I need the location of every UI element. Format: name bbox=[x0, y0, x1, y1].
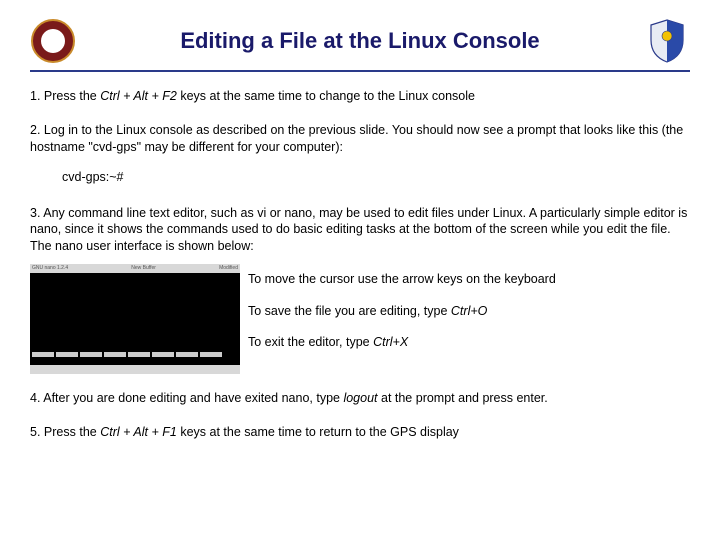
nano-statusbar bbox=[30, 365, 240, 374]
step-2-text: Log in to the Linux console as described… bbox=[30, 123, 683, 153]
step-5-lead: Press the bbox=[44, 425, 100, 439]
nano-note-save: To save the file you are editing, type C… bbox=[248, 300, 556, 324]
step-1-num: 1. bbox=[30, 89, 40, 103]
step-4-tail: at the prompt and press enter. bbox=[378, 391, 548, 405]
slide-header: Editing a File at the Linux Console bbox=[30, 18, 690, 64]
step-4-cmd: logout bbox=[343, 391, 377, 405]
step-4: 4. After you are done editing and have e… bbox=[30, 390, 690, 406]
slide: Editing a File at the Linux Console 1. P… bbox=[0, 0, 720, 540]
step-2-prompt: cvd-gps:~# bbox=[62, 169, 690, 185]
step-5-tail: keys at the same time to return to the G… bbox=[177, 425, 459, 439]
nano-title-center: New Buffer bbox=[131, 264, 156, 273]
nano-screenshot: GNU nano 1.2.4 New Buffer Modified bbox=[30, 264, 240, 374]
nano-titlebar: GNU nano 1.2.4 New Buffer Modified bbox=[30, 264, 240, 273]
step-1: 1. Press the Ctrl + Alt + F2 keys at the… bbox=[30, 88, 690, 104]
nano-note-move: To move the cursor use the arrow keys on… bbox=[248, 268, 556, 292]
step-4-num: 4. bbox=[30, 391, 40, 405]
nano-notes: To move the cursor use the arrow keys on… bbox=[248, 264, 556, 363]
slide-title: Editing a File at the Linux Console bbox=[76, 28, 644, 54]
step-1-keys: Ctrl + Alt + F2 bbox=[100, 89, 177, 103]
nano-title-left: GNU nano 1.2.4 bbox=[32, 264, 68, 273]
step-5-num: 5. bbox=[30, 425, 40, 439]
step-3: 3. Any command line text editor, such as… bbox=[30, 205, 690, 254]
nano-shortcut-bar bbox=[30, 351, 240, 365]
step-1-tail: keys at the same time to change to the L… bbox=[177, 89, 475, 103]
step-2-num: 2. bbox=[30, 123, 40, 137]
university-seal-icon bbox=[30, 18, 76, 64]
step-5: 5. Press the Ctrl + Alt + F1 keys at the… bbox=[30, 424, 690, 440]
step-4-lead: After you are done editing and have exit… bbox=[43, 391, 343, 405]
step-3-text: Any command line text editor, such as vi… bbox=[30, 206, 687, 253]
step-2: 2. Log in to the Linux console as descri… bbox=[30, 122, 690, 185]
step-3-num: 3. bbox=[30, 206, 40, 220]
air-force-shield-icon bbox=[644, 18, 690, 64]
step-1-lead: Press the bbox=[44, 89, 100, 103]
header-divider bbox=[30, 70, 690, 72]
nano-note-exit: To exit the editor, type Ctrl+X bbox=[248, 331, 556, 355]
step-5-keys: Ctrl + Alt + F1 bbox=[100, 425, 177, 439]
nano-row: GNU nano 1.2.4 New Buffer Modified To mo… bbox=[30, 264, 690, 374]
nano-title-right: Modified bbox=[219, 264, 238, 273]
